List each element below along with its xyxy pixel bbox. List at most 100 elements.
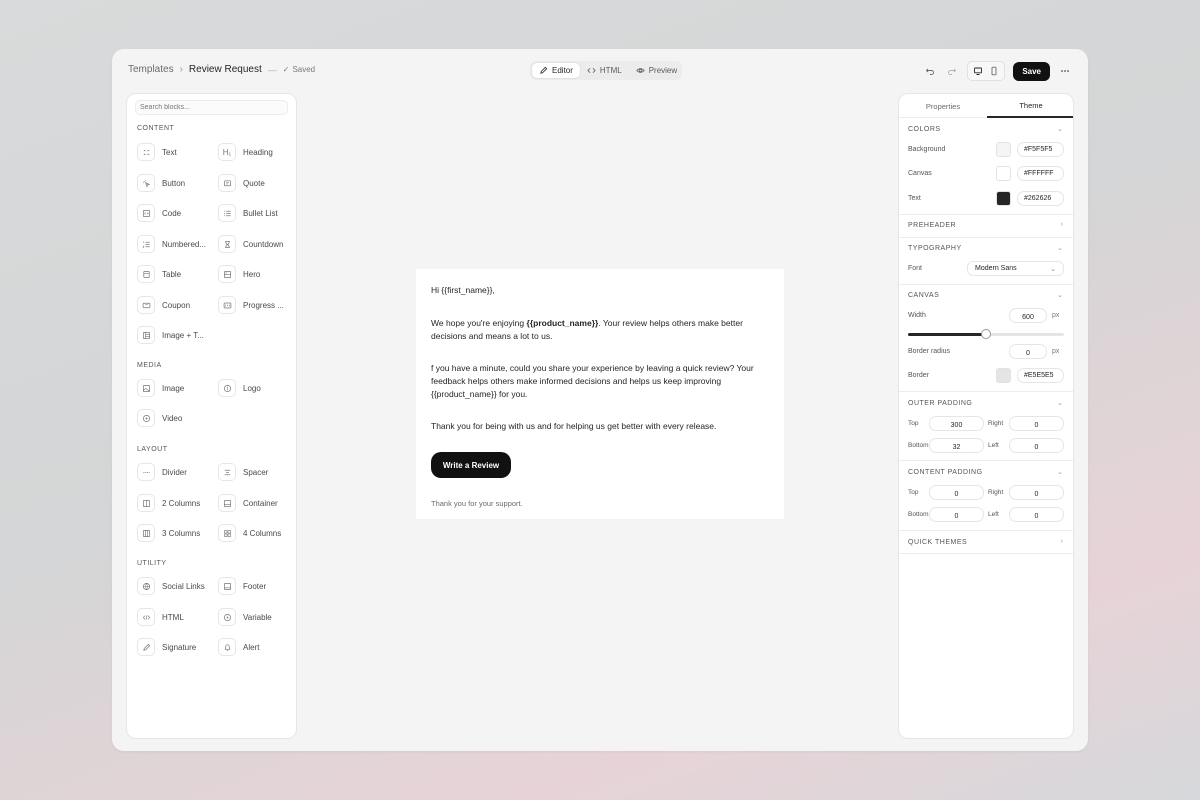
tab-editor-label: Editor: [552, 66, 573, 75]
search-blocks-input[interactable]: [135, 100, 288, 115]
email-paragraph-2[interactable]: f you have a minute, could you share you…: [431, 362, 766, 401]
heading-icon: H₁: [218, 143, 236, 161]
block-label: Image: [162, 383, 185, 393]
block-divider[interactable]: Divider: [137, 463, 217, 481]
canvas-color-swatch[interactable]: [996, 166, 1011, 181]
content-padding-bottom-input[interactable]: [929, 507, 984, 522]
email-paragraph-1[interactable]: We hope you're enjoying {{product_name}}…: [431, 317, 766, 343]
border-color-swatch[interactable]: [996, 368, 1011, 383]
block-button[interactable]: Button: [137, 174, 217, 192]
preheader-section-title[interactable]: PREHEADER: [908, 222, 956, 229]
list-icon: [218, 204, 236, 222]
block-heading[interactable]: H₁ Heading: [218, 143, 298, 161]
content-right-label: Right: [988, 489, 1004, 496]
block-progress[interactable]: Progress ...: [218, 296, 298, 314]
undo-icon[interactable]: [923, 64, 937, 78]
block-coupon[interactable]: Coupon: [137, 296, 217, 314]
font-select[interactable]: Modern Sans ⌄: [967, 261, 1064, 276]
width-slider-fill: [908, 333, 986, 336]
outer-padding-section-title[interactable]: OUTER PADDING: [908, 400, 972, 407]
tab-html[interactable]: HTML: [580, 63, 629, 78]
tab-theme[interactable]: Theme: [987, 94, 1073, 118]
text-color-input[interactable]: [1017, 191, 1064, 206]
video-icon: [137, 409, 155, 427]
content-left-label: Left: [988, 511, 999, 518]
canvas-color-input[interactable]: [1017, 166, 1064, 181]
chevron-down-icon[interactable]: ⌄: [1057, 244, 1063, 252]
block-countdown[interactable]: Countdown: [218, 235, 298, 253]
content-padding-top-input[interactable]: [929, 485, 984, 500]
block-table[interactable]: Table: [137, 265, 217, 283]
block-html[interactable]: HTML: [137, 608, 217, 626]
chevron-down-icon[interactable]: ⌄: [1057, 125, 1063, 133]
pen-icon: [540, 66, 548, 74]
block-logo[interactable]: Logo: [218, 379, 298, 397]
block-text[interactable]: Text: [137, 143, 217, 161]
variable-icon: [218, 608, 236, 626]
typography-section-title[interactable]: TYPOGRAPHY: [908, 245, 962, 252]
top-bar: Templates › Review Request — ✓ Saved Edi…: [112, 49, 1088, 91]
block-variable[interactable]: Variable: [218, 608, 298, 626]
outer-padding-right-input[interactable]: [1009, 416, 1064, 431]
width-input[interactable]: [1009, 308, 1047, 323]
chevron-right-icon[interactable]: ›: [1061, 221, 1063, 228]
block-4-columns[interactable]: 4 Columns: [218, 524, 298, 542]
width-slider-thumb[interactable]: [981, 329, 991, 339]
email-greeting[interactable]: Hi {{first_name}},: [431, 284, 766, 297]
content-padding-right-input[interactable]: [1009, 485, 1064, 500]
check-icon: ✓: [282, 65, 290, 74]
outer-padding-bottom-input[interactable]: [929, 438, 984, 453]
block-container[interactable]: Container: [218, 494, 298, 512]
email-paragraph-3[interactable]: Thank you for being with us and for help…: [431, 420, 766, 433]
border-color-input[interactable]: [1017, 368, 1064, 383]
block-bullet-list[interactable]: Bullet List: [218, 204, 298, 222]
canvas-section-title[interactable]: CANVAS: [908, 292, 939, 299]
chevron-right-icon[interactable]: ›: [1061, 538, 1063, 545]
more-icon[interactable]: [1058, 64, 1072, 78]
top-actions: Save: [923, 61, 1072, 81]
email-body[interactable]: Hi {{first_name}}, We hope you're enjoyi…: [416, 269, 784, 519]
outer-padding-left-input[interactable]: [1009, 438, 1064, 453]
block-hero[interactable]: Hero: [218, 265, 298, 283]
block-social-links[interactable]: Social Links: [137, 577, 217, 595]
text-color-swatch[interactable]: [996, 191, 1011, 206]
colors-section-title[interactable]: COLORS: [908, 126, 941, 133]
tab-properties[interactable]: Properties: [899, 94, 987, 118]
block-signature[interactable]: Signature: [137, 638, 217, 656]
block-image[interactable]: Image: [137, 379, 217, 397]
chevron-down-icon[interactable]: ⌄: [1057, 399, 1063, 407]
block-image-text[interactable]: Image + T...: [137, 326, 217, 344]
background-color-swatch[interactable]: [996, 142, 1011, 157]
block-code[interactable]: Code: [137, 204, 217, 222]
background-color-input[interactable]: [1017, 142, 1064, 157]
block-3-columns[interactable]: 3 Columns: [137, 524, 217, 542]
email-footnote[interactable]: Thank you for your support.: [431, 499, 523, 508]
divider: [899, 553, 1073, 554]
chevron-down-icon[interactable]: ⌄: [1057, 468, 1063, 476]
mobile-icon[interactable]: [987, 64, 1001, 78]
block-label: Variable: [243, 612, 272, 622]
image-text-icon: [137, 326, 155, 344]
desktop-icon[interactable]: [971, 64, 985, 78]
block-video[interactable]: Video: [137, 409, 217, 427]
block-quote[interactable]: Quote: [218, 174, 298, 192]
write-review-button[interactable]: Write a Review: [431, 452, 511, 478]
chevron-down-icon[interactable]: ⌄: [1057, 291, 1063, 299]
block-footer[interactable]: Footer: [218, 577, 298, 595]
breadcrumb-templates[interactable]: Templates: [128, 64, 174, 75]
save-button[interactable]: Save: [1013, 61, 1050, 81]
block-label: 3 Columns: [162, 528, 201, 538]
block-2-columns[interactable]: 2 Columns: [137, 494, 217, 512]
block-numbered-list[interactable]: Numbered...: [137, 235, 217, 253]
tab-preview[interactable]: Preview: [629, 63, 684, 78]
quick-themes-section-title[interactable]: QUICK THEMES: [908, 539, 967, 546]
block-spacer[interactable]: Spacer: [218, 463, 298, 481]
tab-editor[interactable]: Editor: [532, 63, 580, 78]
progress-icon: [218, 296, 236, 314]
content-padding-section-title[interactable]: CONTENT PADDING: [908, 469, 983, 476]
content-padding-left-input[interactable]: [1009, 507, 1064, 522]
border-radius-input[interactable]: [1009, 344, 1047, 359]
redo-icon[interactable]: [945, 64, 959, 78]
block-alert[interactable]: Alert: [218, 638, 298, 656]
outer-padding-top-input[interactable]: [929, 416, 984, 431]
